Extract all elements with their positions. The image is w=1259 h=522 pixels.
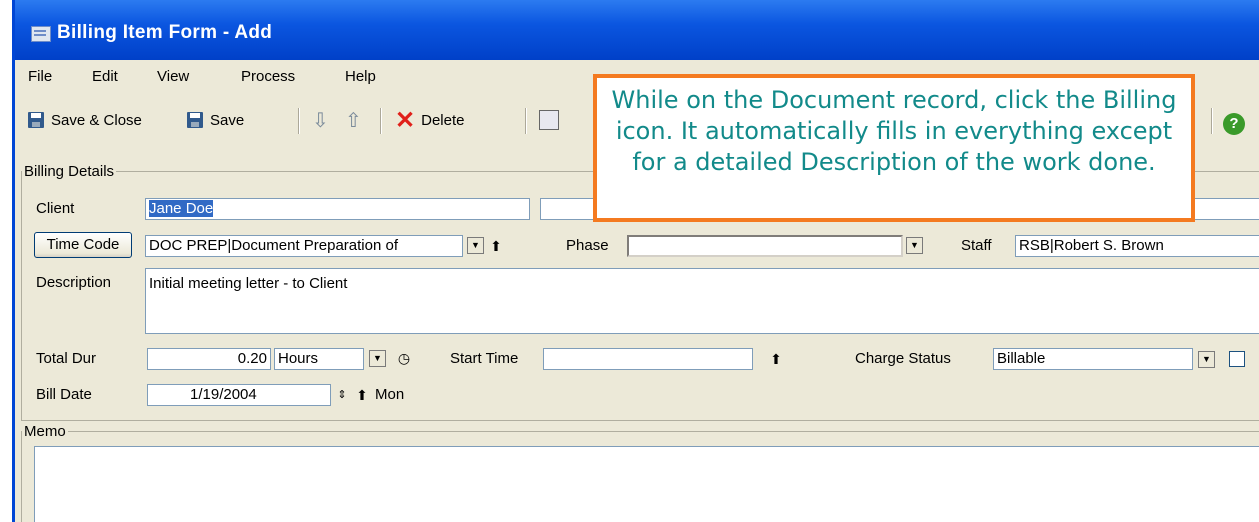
save-disk-icon: [28, 112, 44, 128]
menu-process[interactable]: Process: [241, 68, 295, 85]
save-button[interactable]: Save: [187, 106, 244, 134]
save-close-button[interactable]: Save & Close: [28, 106, 142, 134]
instruction-callout: While on the Document record, click the …: [593, 74, 1195, 222]
delete-button[interactable]: ✕ Delete: [395, 106, 464, 134]
billing-button[interactable]: [539, 106, 559, 134]
time-code-lookup-icon[interactable]: ⬆: [487, 237, 505, 255]
charge-checkbox[interactable]: [1229, 351, 1245, 367]
client-value: Jane Doe: [149, 200, 214, 217]
delete-label: Delete: [421, 111, 465, 129]
client-field[interactable]: Jane Doe: [145, 198, 530, 220]
arrow-down-icon[interactable]: ⇩: [312, 106, 329, 134]
timer-icon[interactable]: ◷: [395, 349, 413, 367]
arrow-up-icon[interactable]: ⇧: [345, 106, 362, 134]
save-disk-icon: [187, 112, 203, 128]
memo-field[interactable]: [34, 446, 1259, 522]
units-dropdown-icon[interactable]: ▼: [369, 350, 386, 367]
time-code-dropdown-icon[interactable]: ▼: [467, 237, 484, 254]
memo-label: Memo: [24, 423, 66, 440]
window-title: Billing Item Form - Add: [57, 22, 273, 43]
time-code-select[interactable]: DOC PREP|Document Preparation of: [145, 235, 463, 257]
charge-status-select[interactable]: Billable: [993, 348, 1193, 370]
toolbar-separator: [1211, 108, 1213, 134]
phase-dropdown-icon[interactable]: ▼: [906, 237, 923, 254]
phase-label: Phase: [566, 237, 609, 254]
save-label: Save: [210, 111, 245, 129]
menu-edit[interactable]: Edit: [92, 68, 118, 85]
description-field[interactable]: Initial meeting letter - to Client: [145, 268, 1259, 334]
bill-date-label: Bill Date: [36, 386, 92, 403]
start-time-lookup-icon[interactable]: ⬆: [767, 350, 785, 368]
start-time-field[interactable]: [543, 348, 753, 370]
toolbar-separator: [525, 108, 527, 134]
date-spinner-icon[interactable]: ⇕: [333, 386, 351, 404]
app-icon: [31, 26, 51, 42]
bill-date-day: Mon: [375, 386, 405, 403]
menu-view[interactable]: View: [157, 68, 189, 85]
menu-file[interactable]: File: [28, 68, 52, 85]
toolbar-separator: [380, 108, 382, 134]
save-close-label: Save & Close: [51, 111, 142, 129]
billing-details-label: Billing Details: [24, 163, 115, 180]
client-label: Client: [36, 200, 75, 217]
charge-status-dropdown-icon[interactable]: ▼: [1198, 351, 1215, 368]
phase-select[interactable]: [627, 235, 903, 257]
units-select[interactable]: Hours: [274, 348, 364, 370]
bill-date-field[interactable]: 1/19/2004: [147, 384, 331, 406]
time-code-button[interactable]: Time Code: [34, 232, 132, 258]
description-label: Description: [36, 274, 112, 291]
billing-icon: [539, 110, 559, 130]
help-icon[interactable]: ?: [1223, 113, 1245, 135]
bill-date-lookup-icon[interactable]: ⬆: [353, 386, 371, 404]
start-time-label: Start Time: [450, 350, 519, 367]
total-dur-field[interactable]: 0.20: [147, 348, 271, 370]
staff-label: Staff: [961, 237, 992, 254]
charge-status-label: Charge Status: [855, 350, 951, 367]
total-dur-label: Total Dur: [36, 350, 97, 367]
title-bar: Billing Item Form - Add: [15, 0, 1259, 60]
delete-x-icon: ✕: [395, 106, 416, 134]
toolbar-separator: [298, 108, 300, 134]
staff-select[interactable]: RSB|Robert S. Brown: [1015, 235, 1259, 257]
menu-help[interactable]: Help: [345, 68, 376, 85]
